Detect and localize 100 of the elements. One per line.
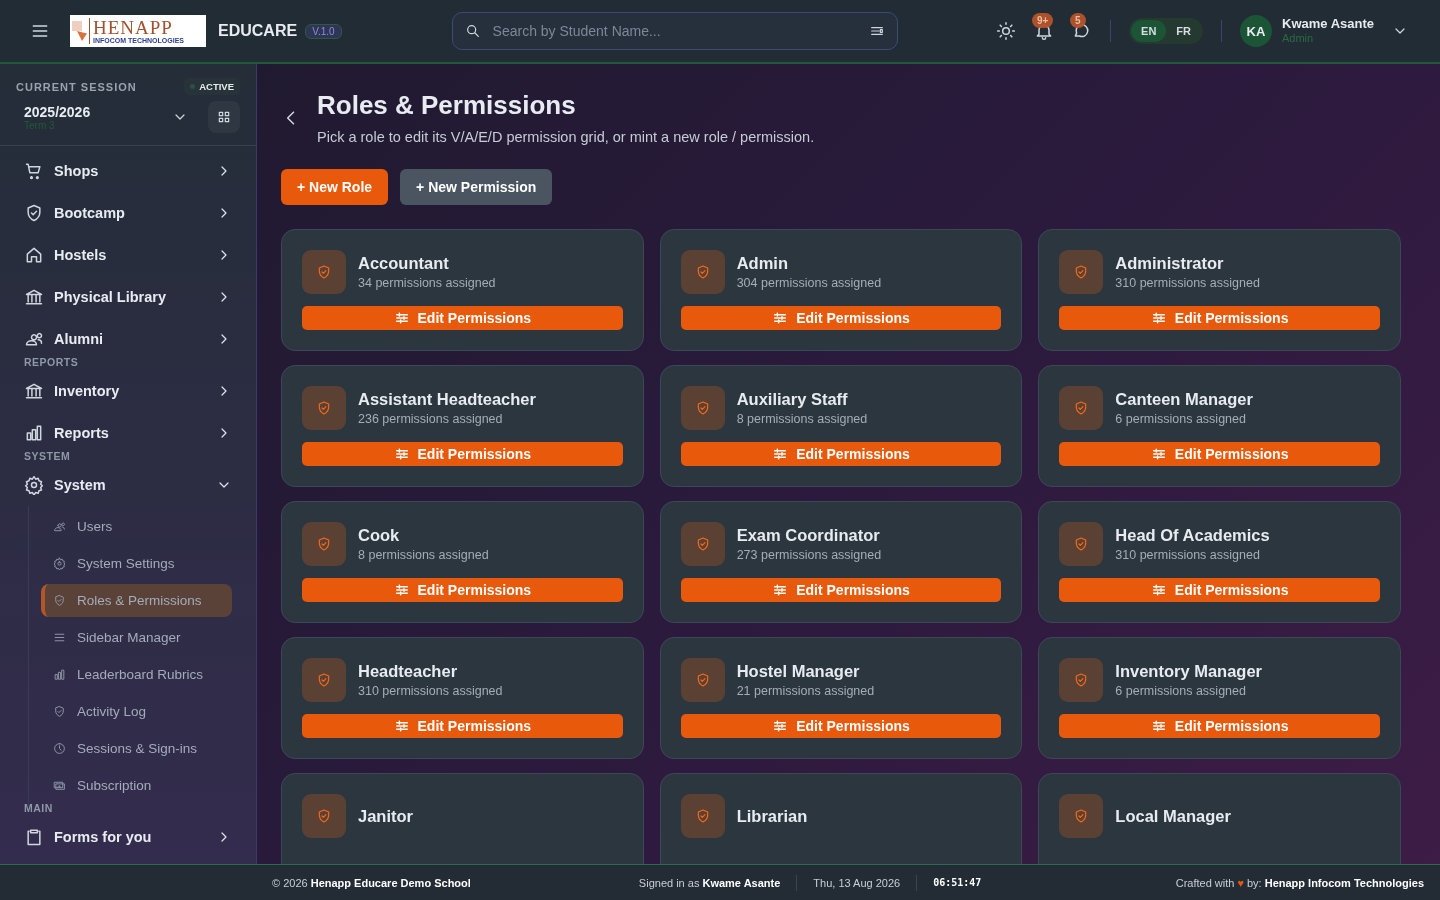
permission-count: 21 permissions assigned: [736, 684, 875, 698]
role-name: Inventory Manager: [1115, 662, 1263, 681]
submenu-icon: [53, 557, 66, 570]
sliders-icon: [393, 446, 410, 462]
sliders-icon: [1150, 582, 1167, 598]
shield-icon: [316, 672, 332, 688]
section-heading: MAIN: [24, 802, 54, 816]
edit-permissions-button[interactable]: Edit Permissions: [1059, 306, 1380, 330]
nav-icon: [24, 827, 44, 847]
edit-permissions-button[interactable]: Edit Permissions: [1059, 578, 1380, 602]
submenu-item[interactable]: Activity Log: [41, 695, 232, 728]
footer-time: 06:51:47: [933, 877, 982, 888]
permission-count: 6 permissions assigned: [1115, 684, 1247, 698]
new-permission-button[interactable]: + New Permission: [400, 169, 553, 205]
edit-permissions-button[interactable]: Edit Permissions: [302, 442, 623, 466]
role-name: Local Manager: [1115, 806, 1231, 826]
shield-icon: [316, 400, 332, 416]
heart-icon: ♥: [1237, 876, 1244, 889]
edit-permissions-button[interactable]: Edit Permissions: [680, 442, 1002, 466]
shield-icon: [316, 536, 332, 552]
submenu-icon: [53, 668, 66, 681]
role-name: Janitor: [358, 806, 413, 826]
role-name: Accountant: [358, 254, 450, 273]
app-name: EDUCARE: [218, 22, 298, 40]
submenu-item[interactable]: System Settings: [41, 547, 232, 580]
sliders-icon: [772, 718, 789, 734]
permission-count: 6 permissions assigned: [1115, 412, 1247, 426]
nav-item[interactable]: Bootcamp: [24, 192, 232, 234]
sliders-icon: [393, 582, 410, 598]
edit-permissions-button[interactable]: Edit Permissions: [1059, 714, 1380, 738]
submenu-item[interactable]: Subscription: [41, 769, 232, 802]
language-option[interactable]: EN: [1131, 20, 1167, 42]
submenu-item[interactable]: Sessions & Sign-ins: [41, 732, 232, 765]
edit-permissions-button[interactable]: Edit Permissions: [302, 714, 623, 738]
edit-permissions-button[interactable]: Edit Permissions: [680, 578, 1002, 602]
page-title: Roles & Permissions: [317, 90, 577, 121]
edit-permissions-button[interactable]: Edit Permissions: [302, 306, 623, 330]
edit-permissions-button[interactable]: Edit Permissions: [680, 714, 1002, 738]
message-count: 5: [1070, 13, 1086, 28]
edit-permissions-button[interactable]: Edit Permissions: [302, 578, 623, 602]
role-name: Exam Coordinator: [736, 526, 881, 545]
nav-item[interactable]: Physical Library: [24, 276, 232, 318]
submenu-icon: [53, 705, 66, 718]
page-subtitle: Pick a role to edit its V/A/E/D permission grid, or mint a new role / permission.: [317, 129, 815, 145]
nav-item[interactable]: Forms for you: [24, 816, 232, 858]
permission-count: 310 permissions assigned: [1115, 276, 1260, 290]
permission-count: 273 permissions assigned: [736, 548, 882, 562]
credit-text: by: Henapp Infocom Technologies: [1246, 876, 1424, 889]
nav-icon: [24, 245, 44, 265]
role-name: Auxiliary Staff: [736, 390, 849, 409]
footer-date: Thu, 13 Aug 2026: [813, 876, 901, 889]
nav-icon: [24, 423, 44, 443]
credit-prefix: Crafted with: [1175, 876, 1235, 889]
nav-icon: [24, 161, 44, 181]
nav-icon: [24, 203, 44, 223]
permission-count: 304 permissions assigned: [736, 276, 882, 290]
submenu-item[interactable]: Leaderboard Rubrics: [41, 658, 232, 691]
sliders-icon: [772, 446, 789, 462]
role-name: Canteen Manager: [1115, 390, 1253, 409]
nav-item[interactable]: Hostels: [24, 234, 232, 276]
sliders-icon: [772, 310, 789, 326]
section-heading: SYSTEM: [24, 450, 72, 464]
nav-icon: [24, 287, 44, 307]
new-role-button[interactable]: + New Role: [281, 169, 389, 205]
submenu-icon: [53, 779, 66, 792]
search-icon: [464, 23, 481, 39]
submenu-item[interactable]: Roles & Permissions: [41, 584, 232, 617]
sliders-icon: [772, 582, 789, 598]
edit-permissions-button[interactable]: Edit Permissions: [680, 306, 1002, 330]
grid-button[interactable]: [208, 101, 240, 133]
signed-in-text: Signed in as Kwame Asante: [638, 876, 781, 889]
edit-permissions-button[interactable]: Edit Permissions: [1059, 442, 1380, 466]
nav-item[interactable]: Inventory: [24, 370, 232, 412]
nav-item[interactable]: System: [24, 464, 232, 506]
search-bar[interactable]: Search by Student Name...: [451, 12, 898, 50]
sun-icon[interactable]: [996, 21, 1017, 41]
submenu-item[interactable]: Users: [41, 510, 232, 543]
role-name: Head Of Academics: [1115, 526, 1270, 545]
session-label: CURRENT SESSION: [16, 80, 137, 93]
sliders-icon: [1150, 310, 1167, 326]
sliders-icon: [393, 310, 410, 326]
submenu-icon: [53, 742, 66, 755]
shield-icon: [316, 264, 332, 280]
logo-title: HENAPP: [93, 18, 174, 37]
user-name: Kwame Asante: [1282, 16, 1374, 33]
role-name: Librarian: [736, 806, 808, 826]
sliders-icon: [1150, 446, 1167, 462]
permission-count: 8 permissions assigned: [736, 412, 868, 426]
role-name: Cook: [358, 526, 401, 545]
search-field[interactable]: Search by Student Name...: [490, 22, 859, 40]
submenu-icon: [53, 520, 66, 533]
nav-icon: [24, 381, 44, 401]
nav-item[interactable]: Shops: [24, 150, 232, 192]
user-avatar[interactable]: KA: [1240, 15, 1272, 47]
language-option[interactable]: FR: [1166, 20, 1201, 42]
permission-count: 8 permissions assigned: [358, 548, 489, 562]
role-name: Headteacher: [358, 662, 459, 681]
permission-count: 236 permissions assigned: [358, 412, 504, 426]
notification-count: 9+: [1032, 13, 1054, 28]
submenu-item[interactable]: Sidebar Manager: [41, 621, 232, 654]
